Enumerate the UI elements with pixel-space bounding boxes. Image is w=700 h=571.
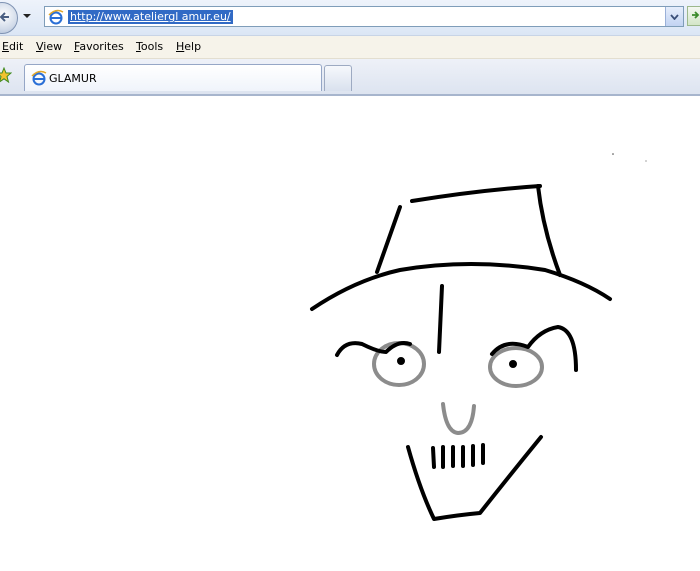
url-text[interactable]: http://www.ateliergl amur.eu/ [68, 10, 233, 24]
ie-icon [31, 70, 47, 86]
favorites-star-icon[interactable] [0, 67, 12, 83]
face-sketch-gray-strokes [372, 341, 544, 435]
go-arrow-icon [692, 11, 700, 19]
tab-bar: GLAMUR [0, 59, 700, 96]
tab-label: GLAMUR [49, 72, 97, 85]
back-arrow-icon [0, 12, 9, 22]
menu-tools[interactable]: Tools [136, 40, 163, 54]
face-sketch-black-strokes [310, 184, 612, 521]
page-content [0, 96, 700, 571]
menu-bar: Edit View Favorites Tools Help [0, 36, 700, 59]
back-button[interactable] [0, 2, 18, 34]
menu-favorites[interactable]: Favorites [74, 40, 124, 54]
go-button[interactable] [687, 6, 700, 26]
recent-pages-dropdown-icon[interactable] [22, 12, 32, 20]
address-dropdown-button[interactable] [665, 7, 683, 26]
face-sketch-image [310, 153, 647, 521]
address-bar-row: http://www.ateliergl amur.eu/ [0, 0, 700, 36]
address-field[interactable]: http://www.ateliergl amur.eu/ [44, 6, 684, 27]
menu-view[interactable]: View [36, 40, 62, 54]
tab-glamur[interactable]: GLAMUR [24, 64, 322, 91]
menu-help[interactable]: Help [176, 40, 201, 54]
chevron-down-icon [670, 14, 679, 20]
ie-icon [48, 9, 64, 25]
menu-edit[interactable]: Edit [2, 40, 23, 54]
new-tab-button[interactable] [324, 65, 352, 91]
